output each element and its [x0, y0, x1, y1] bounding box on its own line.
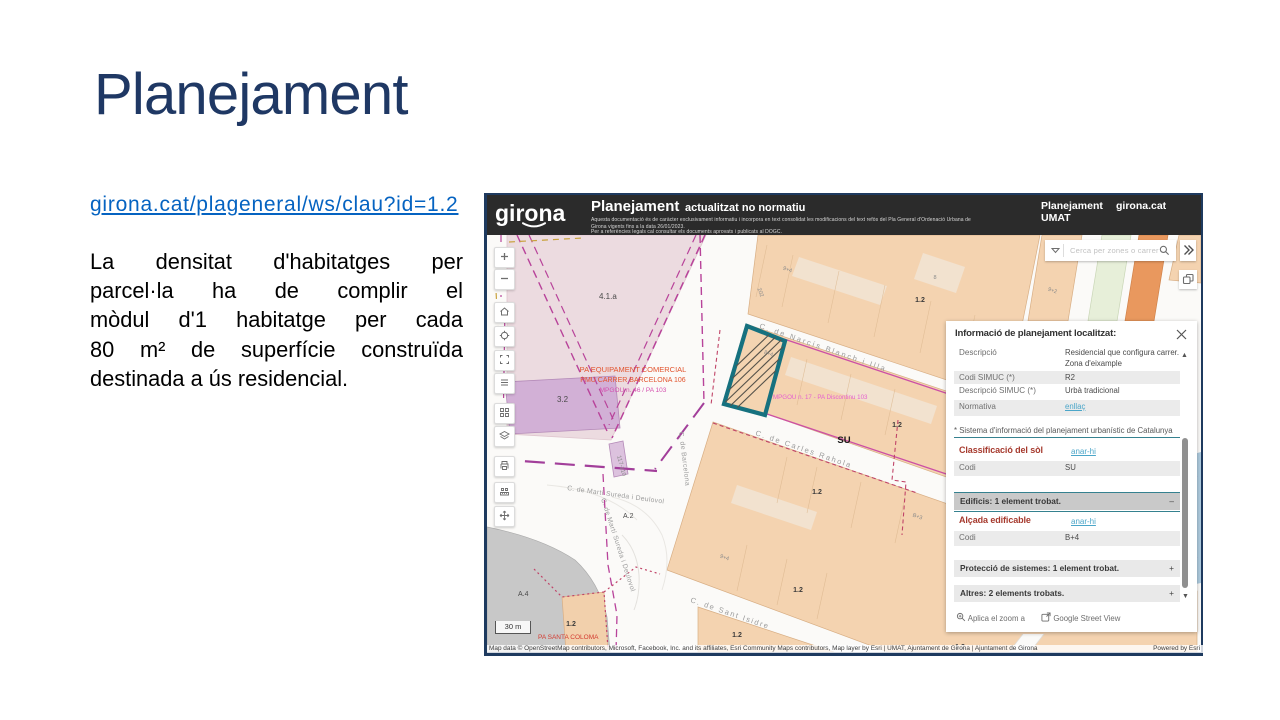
svg-text:PA SANTA COLOMA: PA SANTA COLOMA	[538, 634, 599, 641]
svg-text:1.2: 1.2	[566, 621, 576, 628]
svg-text:SU: SU	[837, 435, 850, 446]
svg-text:PMU CARRER BARCELONA 106: PMU CARRER BARCELONA 106	[580, 377, 686, 384]
svg-text:A.2: A.2	[623, 513, 634, 520]
svg-text:1.2: 1.2	[915, 297, 925, 304]
svg-text:1.2: 1.2	[793, 587, 803, 594]
svg-text:1.2: 1.2	[892, 422, 902, 429]
svg-text:MPGOU n. 46 / PA 103: MPGOU n. 46 / PA 103	[600, 387, 667, 394]
svg-text:4.1.a: 4.1.a	[599, 292, 617, 301]
svg-text:1.2: 1.2	[732, 632, 742, 639]
svg-text:3.2: 3.2	[557, 395, 569, 404]
svg-text:MPGOU n. 17 - PA Discontinu 10: MPGOU n. 17 - PA Discontinu 103	[773, 394, 868, 401]
svg-text:8: 8	[933, 275, 936, 281]
svg-text:1.2: 1.2	[812, 489, 822, 496]
svg-text:PA EQUIPAMENT COMERCIAL: PA EQUIPAMENT COMERCIAL	[580, 365, 687, 374]
svg-text:A.4: A.4	[518, 591, 529, 598]
